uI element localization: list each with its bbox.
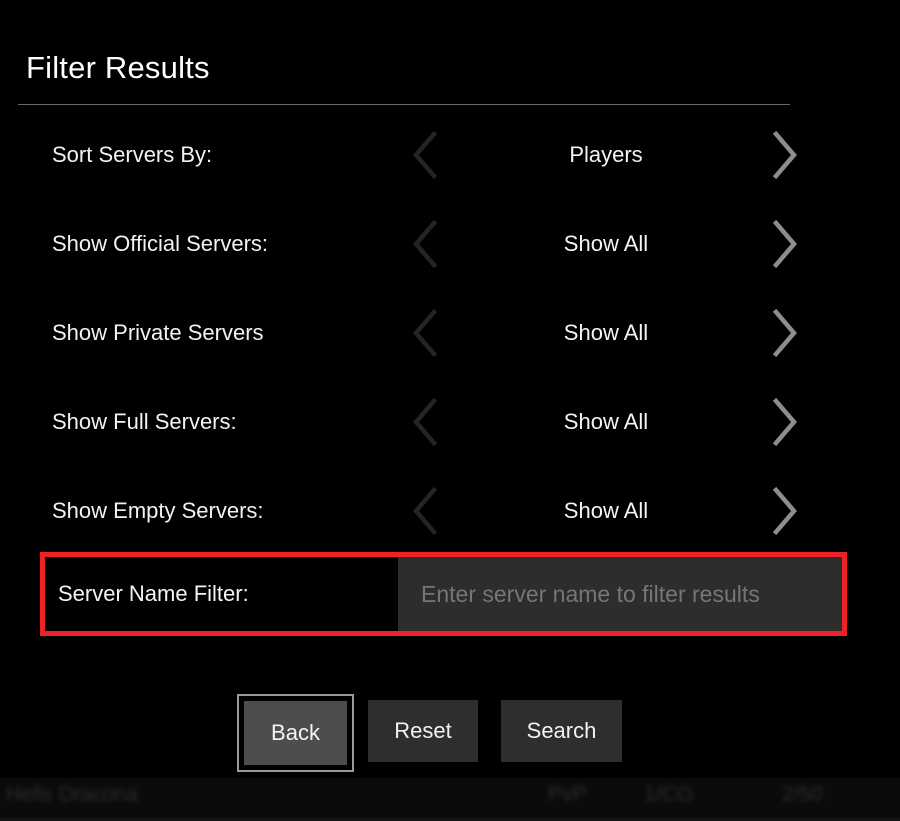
background-server-slots: 2/50 xyxy=(782,783,823,806)
previous-option-arrow-icon[interactable] xyxy=(404,215,450,273)
filter-results-dialog: Filter Results Sort Servers By: Players … xyxy=(0,0,900,821)
back-button-label: Back xyxy=(244,701,347,765)
filter-value[interactable]: Players xyxy=(470,142,742,168)
background-server-list-row: Hells Dracona PvP 1/CO 2/50 xyxy=(0,778,900,821)
server-name-filter-input[interactable]: Enter server name to filter results xyxy=(398,557,842,631)
server-name-filter-placeholder: Enter server name to filter results xyxy=(421,580,760,607)
background-server-mode: PvP xyxy=(548,783,587,806)
filter-value[interactable]: Show All xyxy=(470,409,742,435)
search-button[interactable]: Search xyxy=(501,700,622,762)
filter-label: Show Full Servers: xyxy=(52,408,237,434)
filter-row-show-private-servers: Show Private Servers Show All xyxy=(0,288,900,377)
page-title: Filter Results xyxy=(26,50,210,85)
background-server-ping: 1/CO xyxy=(644,783,694,806)
background-server-name: Hells Dracona xyxy=(6,783,138,806)
previous-option-arrow-icon[interactable] xyxy=(404,126,450,184)
filter-label: Show Official Servers: xyxy=(52,230,269,256)
filter-row-sort-servers-by: Sort Servers By: Players xyxy=(0,110,900,199)
next-option-arrow-icon[interactable] xyxy=(760,482,806,540)
previous-option-arrow-icon[interactable] xyxy=(404,393,450,451)
server-name-filter-label: Server Name Filter: xyxy=(58,581,249,606)
next-option-arrow-icon[interactable] xyxy=(760,304,806,362)
next-option-arrow-icon[interactable] xyxy=(760,393,806,451)
previous-option-arrow-icon[interactable] xyxy=(404,304,450,362)
back-button[interactable]: Back xyxy=(237,694,354,772)
filter-value[interactable]: Show All xyxy=(470,498,742,524)
filter-row-show-official-servers: Show Official Servers: Show All xyxy=(0,199,900,288)
next-option-arrow-icon[interactable] xyxy=(760,126,806,184)
filter-label: Show Empty Servers: xyxy=(52,497,264,523)
filter-rows: Sort Servers By: Players Show Official S… xyxy=(0,110,900,555)
next-option-arrow-icon[interactable] xyxy=(760,215,806,273)
filter-value[interactable]: Show All xyxy=(470,320,742,346)
dialog-button-bar: Back Reset Search xyxy=(0,694,900,776)
reset-button[interactable]: Reset xyxy=(368,700,478,762)
filter-label: Sort Servers By: xyxy=(52,141,213,167)
filter-value[interactable]: Show All xyxy=(470,231,742,257)
previous-option-arrow-icon[interactable] xyxy=(404,482,450,540)
filter-row-show-full-servers: Show Full Servers: Show All xyxy=(0,377,900,466)
filter-label: Show Private Servers xyxy=(52,319,264,345)
title-divider xyxy=(18,104,790,105)
filter-row-show-empty-servers: Show Empty Servers: Show All xyxy=(0,466,900,555)
server-name-filter-row-highlight: Server Name Filter: Enter server name to… xyxy=(40,552,847,636)
